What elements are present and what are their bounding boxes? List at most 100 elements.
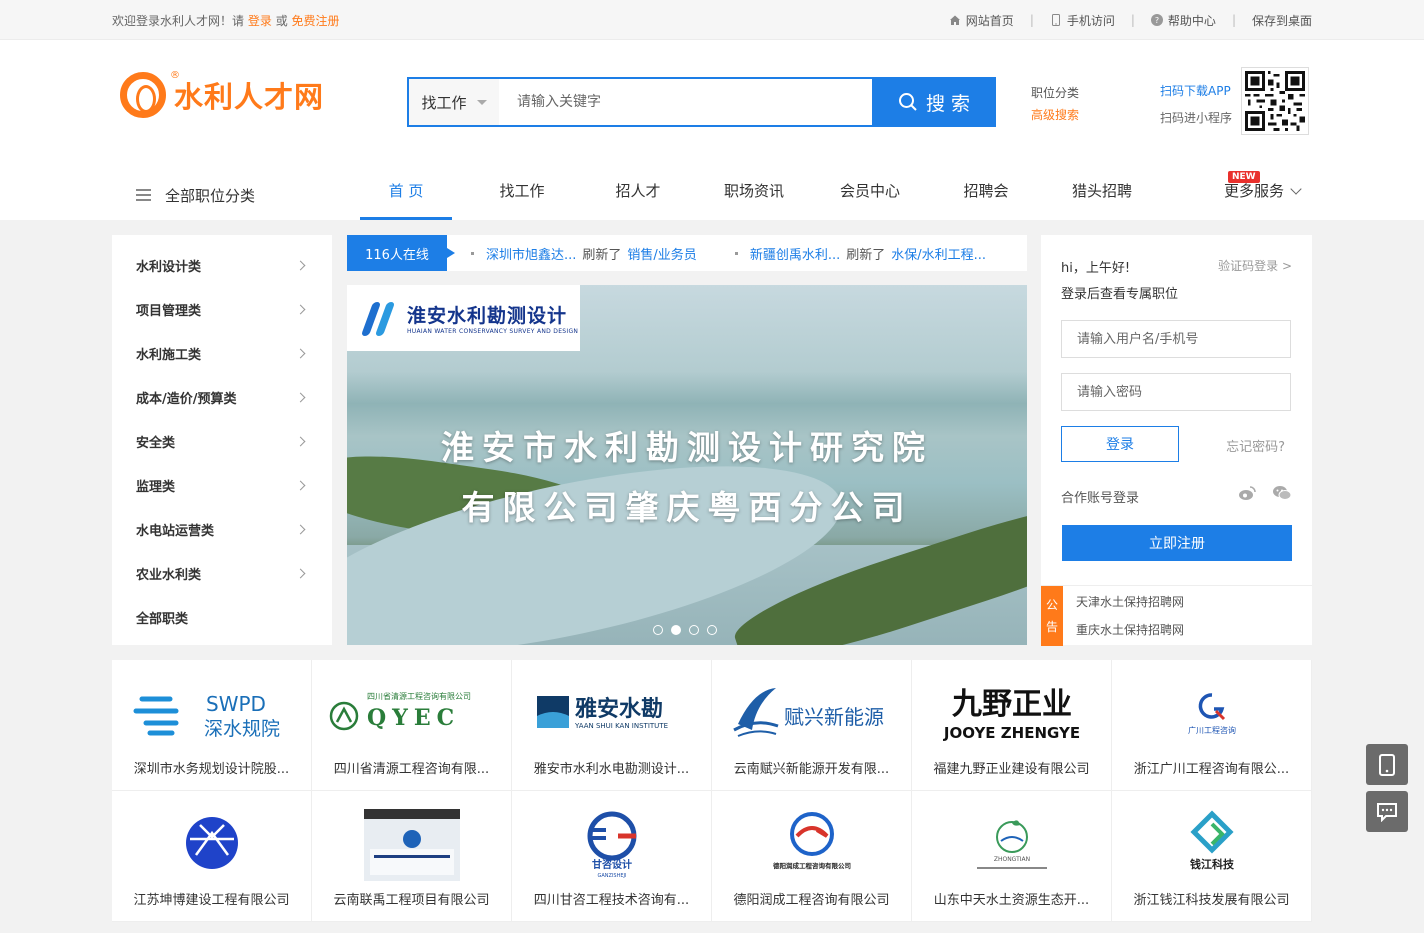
carousel-dot[interactable] — [707, 625, 717, 635]
company-card[interactable]: 甘咨设计 GANZISHEJI 四川甘咨工程技术咨询有... — [512, 791, 712, 922]
login-button[interactable]: 登录 — [1061, 426, 1179, 462]
category-item[interactable]: 安全类 — [112, 419, 332, 463]
notice-item[interactable]: 天津水土保持招聘网 — [1076, 593, 1184, 610]
feedback-float-button[interactable] — [1366, 791, 1408, 832]
main-nav: 全部职位分类 首 页 找工作 招人才 职场资讯 会员中心 招聘会 猎头招聘 NE… — [112, 170, 1312, 220]
online-count: 116人在线 — [347, 235, 455, 271]
top-bar: 欢迎登录水利人才网！请 登录 或 免费注册 网站首页 | 手机访问 | ? 帮助… — [0, 0, 1424, 40]
home-link[interactable]: 网站首页 — [949, 12, 1014, 29]
ticker-company-link[interactable]: 深圳市旭鑫达... — [486, 244, 576, 263]
svg-text:广川工程咨询: 广川工程咨询 — [1188, 725, 1236, 735]
svg-text:YAAN SHUI KAN INSTITUTE: YAAN SHUI KAN INSTITUTE — [574, 722, 668, 730]
forgot-password-link[interactable]: 忘记密码? — [1226, 436, 1285, 455]
category-item[interactable]: 水利施工类 — [112, 331, 332, 375]
chevron-right-icon — [295, 304, 306, 314]
site-logo[interactable]: ® 水利人才网 — [120, 70, 324, 118]
nav-job-fair[interactable]: 招聘会 — [928, 170, 1044, 220]
login-panel: hi，上午好! 登录后查看专属职位 验证码登录 > 登录 忘记密码? 合作账号登… — [1041, 235, 1312, 646]
nav-headhunter[interactable]: 猎头招聘 — [1044, 170, 1160, 220]
svg-text:GANZISHEJI: GANZISHEJI — [597, 873, 626, 879]
carousel-dot[interactable] — [653, 625, 663, 635]
login-link[interactable]: 登录 — [248, 14, 272, 28]
svg-text:SWPD: SWPD — [206, 692, 266, 716]
chat-icon — [1377, 802, 1397, 822]
weibo-icon[interactable] — [1238, 485, 1256, 501]
category-item-all[interactable]: 全部职类 — [112, 595, 332, 639]
download-app-link[interactable]: 扫码下载APP — [1160, 78, 1232, 105]
wechat-icon[interactable] — [1272, 485, 1292, 501]
svg-text:QYEC: QYEC — [367, 705, 460, 731]
home-icon — [949, 15, 960, 25]
help-link[interactable]: ? 帮助中心 — [1150, 12, 1216, 29]
company-card[interactable]: 四川省清源工程咨询有限公司 QYEC 四川省清源工程咨询有限... — [312, 660, 512, 791]
category-item[interactable]: 成本/造价/预算类 — [112, 375, 332, 419]
category-list: 水利设计类 项目管理类 水利施工类 成本/造价/预算类 安全类 监理类 水电站运… — [112, 235, 332, 645]
register-link[interactable]: 免费注册 — [292, 14, 340, 28]
mobile-float-button[interactable] — [1366, 744, 1408, 785]
hero-banner[interactable]: 淮安水利勘测设计 HUAIAN WATER CONSERVANCY SURVEY… — [347, 285, 1027, 645]
company-card[interactable]: 钱江科技 浙江钱江科技发展有限公司 — [1112, 791, 1312, 922]
company-card[interactable]: 江苏坤博建设工程有限公司 — [112, 791, 312, 922]
svg-text:赋兴新能源: 赋兴新能源 — [784, 705, 884, 729]
welcome-text: 欢迎登录水利人才网！请 登录 或 免费注册 — [112, 13, 340, 28]
category-item[interactable]: 监理类 — [112, 463, 332, 507]
nav-recruit[interactable]: 招人才 — [580, 170, 696, 220]
company-logo: 雅安水勘 YAAN SHUI KAN INSTITUTE — [512, 674, 711, 754]
search-button[interactable]: 搜 索 — [872, 77, 996, 127]
nav-home[interactable]: 首 页 — [348, 170, 464, 220]
company-logo: SWPD 深水规院 — [112, 674, 311, 754]
save-desktop-link[interactable]: 保存到桌面 — [1252, 12, 1312, 29]
carousel-dot[interactable] — [689, 625, 699, 635]
category-item[interactable]: 农业水利类 — [112, 551, 332, 595]
company-card[interactable]: 九野正业 JOOYE ZHENGYE 福建九野正业建设有限公司 — [912, 660, 1112, 791]
partner-login-label: 合作账号登录 — [1061, 491, 1140, 506]
nav-career-news[interactable]: 职场资讯 — [696, 170, 812, 220]
ticker-company-link[interactable]: 新疆创禹水利... — [750, 244, 840, 263]
all-categories-menu[interactable]: 全部职位分类 — [112, 185, 348, 206]
carousel-dot-active[interactable] — [671, 625, 681, 635]
job-category-link[interactable]: 职位分类 — [1031, 82, 1079, 104]
code-login-link[interactable]: 验证码登录 > — [1218, 257, 1292, 274]
company-card[interactable]: ZHONGTIAN 山东中天水土资源生态开... — [912, 791, 1112, 922]
company-card[interactable]: SWPD 深水规院 深圳市水务规划设计院股... — [112, 660, 312, 791]
help-icon: ? — [1150, 14, 1163, 26]
featured-companies: SWPD 深水规院 深圳市水务规划设计院股... 四川省清源工程咨询有限公司 Q… — [112, 660, 1312, 922]
username-input[interactable] — [1061, 320, 1291, 358]
chevron-right-icon — [295, 568, 306, 578]
company-card[interactable]: 广川工程咨询 浙江广川工程咨询有限公... — [1112, 660, 1312, 791]
company-card[interactable]: 雅安水勘 YAAN SHUI KAN INSTITUTE 雅安市水利水电勘测设计… — [512, 660, 712, 791]
register-button[interactable]: 立即注册 — [1062, 525, 1292, 561]
company-card[interactable]: 德阳润成工程咨询有限公司 德阳润成工程咨询有限公司 — [712, 791, 912, 922]
svg-text:深水规院: 深水规院 — [204, 718, 280, 739]
search-type-select[interactable]: 找工作 — [409, 79, 499, 125]
ticker-job-link[interactable]: 水保/水利工程... — [891, 244, 986, 263]
category-item[interactable]: 项目管理类 — [112, 287, 332, 331]
search-input[interactable] — [499, 79, 872, 125]
logo-mark-icon — [120, 72, 166, 118]
nav-member-center[interactable]: 会员中心 — [812, 170, 928, 220]
nav-find-job[interactable]: 找工作 — [464, 170, 580, 220]
company-logo: 九野正业 JOOYE ZHENGYE — [912, 674, 1111, 754]
notice-item[interactable]: 重庆水土保持招聘网 — [1076, 621, 1184, 638]
nav-more-services[interactable]: NEW 更多服务 — [1212, 170, 1312, 220]
company-logo — [312, 805, 511, 885]
ticker-job-link[interactable]: 销售/业务员 — [627, 244, 696, 263]
company-logo: 赋兴新能源 — [712, 674, 911, 754]
company-card[interactable]: 云南联禹工程项目有限公司 — [312, 791, 512, 922]
menu-icon — [136, 189, 151, 201]
category-item[interactable]: 水利设计类 — [112, 243, 332, 287]
svg-text:四川省清源工程咨询有限公司: 四川省清源工程咨询有限公司 — [367, 691, 471, 701]
banner-subheadline: 有限公司肇庆粤西分公司 — [461, 488, 913, 527]
phone-icon — [1379, 753, 1395, 776]
svg-text:JOOYE ZHENGYE: JOOYE ZHENGYE — [942, 724, 1079, 742]
search-icon — [898, 93, 917, 111]
greeting: hi，上午好! — [1061, 261, 1131, 276]
password-input[interactable] — [1061, 373, 1291, 411]
notice-tag: 公告 — [1041, 586, 1063, 646]
advanced-search-link[interactable]: 高级搜索 — [1031, 104, 1079, 126]
category-item[interactable]: 水电站运营类 — [112, 507, 332, 551]
company-logo: 钱江科技 — [1112, 805, 1311, 885]
mobile-link[interactable]: 手机访问 — [1050, 12, 1115, 29]
svg-text:德阳润成工程咨询有限公司: 德阳润成工程咨询有限公司 — [773, 861, 851, 870]
company-card[interactable]: 赋兴新能源 云南赋兴新能源开发有限... — [712, 660, 912, 791]
